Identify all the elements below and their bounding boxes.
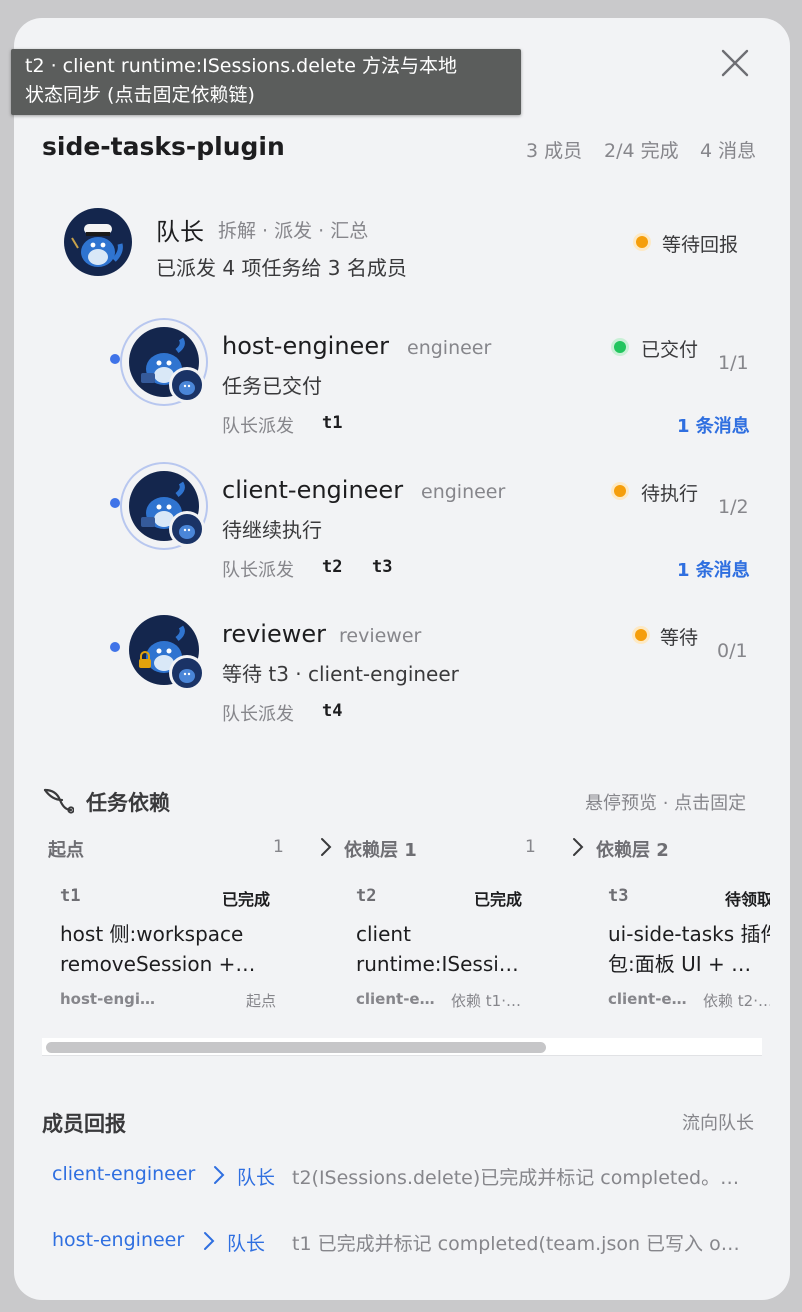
member-name: reviewer xyxy=(222,620,327,648)
member-desc: 待继续执行 xyxy=(222,518,322,542)
lock-icon xyxy=(139,651,151,668)
card-title: client runtime:ISessi… xyxy=(356,922,519,976)
task-tag[interactable]: t2 xyxy=(322,557,342,577)
card-status: 已完成 xyxy=(222,890,271,909)
card-title: host 侧:workspace removeSession +… xyxy=(60,922,256,976)
leader-name: 队长 xyxy=(156,218,204,246)
card-owner: client-e… xyxy=(356,990,435,1008)
assigned-label: 队长派发 xyxy=(222,560,294,581)
member-status-dot xyxy=(614,341,626,353)
column-count: 1 xyxy=(525,837,536,857)
whale-mini-icon xyxy=(179,381,195,395)
card-task-id: t3 xyxy=(608,886,629,906)
report-text: t2(ISessions.delete)已完成并标记 completed。… xyxy=(292,1167,740,1189)
progress-count: 2/4 完成 xyxy=(604,140,679,162)
member-task-count: 1/2 xyxy=(718,496,749,518)
member-count: 3 成员 xyxy=(526,140,583,162)
column-header: 依赖层 2 xyxy=(596,840,669,861)
assigned-label: 队长派发 xyxy=(222,416,294,437)
member-role: reviewer xyxy=(339,625,422,647)
tooltip-line-1: t2 · client runtime:ISessions.delete 方法与… xyxy=(25,55,458,77)
member-desc: 等待 t3 · client-engineer xyxy=(222,662,459,686)
member-indicator-dot xyxy=(110,498,120,508)
horizontal-scrollbar[interactable] xyxy=(42,1038,762,1056)
chevron-right-icon xyxy=(321,838,332,856)
member-status-dot xyxy=(614,485,626,497)
whale-mini-icon xyxy=(179,669,195,683)
leader-avatar xyxy=(64,208,132,276)
assigned-label: 队长派发 xyxy=(222,704,294,725)
dependency-tooltip: t2 · client runtime:ISessions.delete 方法与… xyxy=(11,49,521,115)
deps-title: 任务依赖 xyxy=(86,791,170,815)
card-status: 待领取 xyxy=(725,890,770,909)
deps-hint: 悬停预览 · 点击固定 xyxy=(585,793,747,814)
close-button[interactable] xyxy=(718,46,752,80)
leader-status: 等待回报 xyxy=(662,234,739,256)
scrollbar-thumb[interactable] xyxy=(46,1042,546,1053)
member-role: engineer xyxy=(421,481,506,503)
sub-avatar xyxy=(169,367,205,403)
column-header: 起点 xyxy=(48,840,84,861)
card-task-id: t2 xyxy=(356,886,377,906)
messages-link[interactable]: 1 条消息 xyxy=(677,412,750,438)
member-status: 已交付 xyxy=(641,339,699,361)
card-owner: host-engi… xyxy=(60,990,156,1008)
column-header: 依赖层 1 xyxy=(344,840,417,861)
card-owner: client-e… xyxy=(608,990,687,1008)
card-status: 已完成 xyxy=(474,890,523,909)
whale-mini-icon xyxy=(179,525,195,539)
reports-title: 成员回报 xyxy=(42,1112,126,1136)
team-panel: side-tasks-plugin 3 成员 2/4 完成 4 消息 队长 拆解… xyxy=(14,18,790,1300)
member-name: host-engineer xyxy=(222,332,389,360)
leader-status-dot xyxy=(636,236,648,248)
member-desc: 任务已交付 xyxy=(222,374,322,398)
task-tag[interactable]: t3 xyxy=(372,557,392,577)
member-name: client-engineer xyxy=(222,476,404,504)
chevron-right-icon xyxy=(573,838,584,856)
sub-avatar xyxy=(169,655,205,691)
member-status: 待执行 xyxy=(641,483,699,505)
report-recipient[interactable]: 队长 xyxy=(227,1229,265,1256)
team-name: side-tasks-plugin xyxy=(42,132,285,161)
tooltip-line-2: 状态同步 (点击固定依赖链) xyxy=(25,84,255,106)
messages-link[interactable]: 1 条消息 xyxy=(677,556,750,582)
member-status-dot xyxy=(635,629,647,641)
member-indicator-dot xyxy=(110,642,120,652)
report-sender[interactable]: client-engineer xyxy=(52,1163,195,1185)
member-task-count: 1/1 xyxy=(718,352,749,374)
chevron-right-icon xyxy=(214,1166,225,1184)
message-count: 4 消息 xyxy=(700,140,757,162)
report-text: t1 已完成并标记 completed(team.json 已写入 o… xyxy=(292,1233,740,1255)
whale-captain-icon xyxy=(71,224,123,267)
leader-role: 拆解 · 派发 · 汇总 xyxy=(218,220,369,242)
task-tag[interactable]: t1 xyxy=(322,413,342,433)
column-count: 1 xyxy=(273,837,284,857)
card-dependency: 依赖 t2·… xyxy=(703,992,770,1010)
card-task-id: t1 xyxy=(60,886,81,906)
member-role: engineer xyxy=(407,337,492,359)
reports-hint: 流向队长 xyxy=(682,1113,754,1134)
branch-icon xyxy=(43,788,74,814)
close-icon xyxy=(721,49,749,77)
sub-avatar xyxy=(169,511,205,547)
leader-desc: 已派发 4 项任务给 3 名成员 xyxy=(156,256,407,280)
report-recipient[interactable]: 队长 xyxy=(237,1163,275,1190)
task-card[interactable]: t3 待领取 ui-side-tasks 插件包:面板 UI + … clien… xyxy=(608,878,770,1018)
task-tag[interactable]: t4 xyxy=(322,701,342,721)
member-indicator-dot xyxy=(110,354,120,364)
card-dependency: 依赖 t1·… xyxy=(451,992,521,1010)
card-dependency: 起点 xyxy=(246,992,277,1010)
card-title: ui-side-tasks 插件包:面板 UI + … xyxy=(608,922,770,976)
member-status: 等待 xyxy=(660,627,699,649)
chevron-right-icon xyxy=(204,1232,215,1250)
report-sender[interactable]: host-engineer xyxy=(52,1229,184,1251)
member-task-count: 0/1 xyxy=(717,640,748,662)
